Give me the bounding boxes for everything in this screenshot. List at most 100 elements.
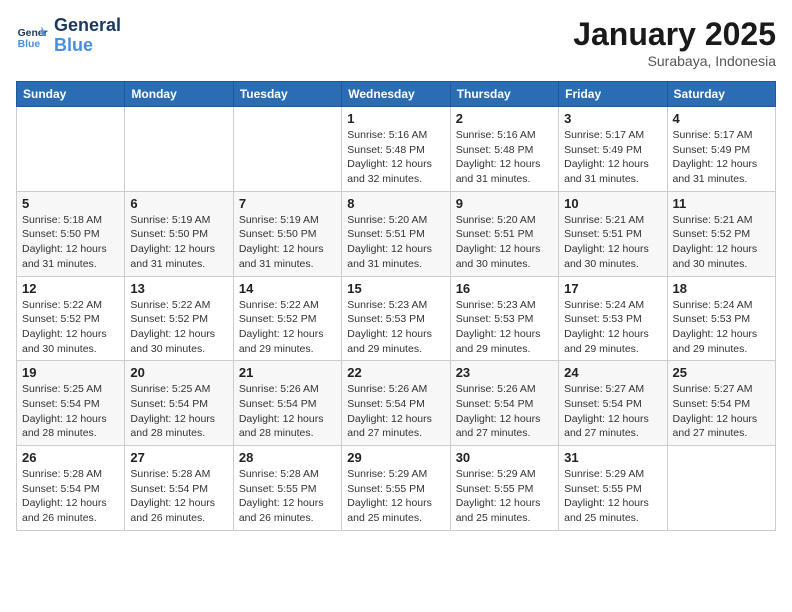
- day-number: 11: [673, 196, 770, 211]
- weekday-header-friday: Friday: [559, 82, 667, 107]
- calendar-cell: 1Sunrise: 5:16 AM Sunset: 5:48 PM Daylig…: [342, 107, 450, 192]
- calendar-cell: 23 Sunrise: 5:26 AM Sunset: 5:54 PM Dayli…: [450, 361, 558, 446]
- day-info: Sunrise: 5:17 AM Sunset: 5:49 PM Dayligh…: [673, 128, 770, 187]
- calendar-cell: 15 Sunrise: 5:23 AM Sunset: 5:53 PM Dayli…: [342, 276, 450, 361]
- day-number: 5: [22, 196, 119, 211]
- weekday-header-monday: Monday: [125, 82, 233, 107]
- calendar-cell: [667, 446, 775, 531]
- calendar-cell: [17, 107, 125, 192]
- calendar-cell: 2Sunrise: 5:16 AM Sunset: 5:48 PM Daylig…: [450, 107, 558, 192]
- day-number: 8: [347, 196, 444, 211]
- day-info: Sunrise: 5:22 AM Sunset: 5:52 PM Dayligh…: [239, 298, 336, 357]
- day-number: 12: [22, 281, 119, 296]
- day-number: 3: [564, 111, 661, 126]
- day-number: 27: [130, 450, 227, 465]
- logo-general: General: [54, 15, 121, 35]
- calendar-cell: 31Sunrise: 5:29 AM Sunset: 5:55 PM Dayli…: [559, 446, 667, 531]
- day-info: Sunrise: 5:20 AM Sunset: 5:51 PM Dayligh…: [347, 213, 444, 272]
- day-number: 7: [239, 196, 336, 211]
- day-info: Sunrise: 5:26 AM Sunset: 5:54 PM Dayligh…: [239, 382, 336, 441]
- subtitle: Surabaya, Indonesia: [573, 53, 776, 69]
- calendar-cell: 16 Sunrise: 5:23 AM Sunset: 5:53 PM Dayli…: [450, 276, 558, 361]
- weekday-header-saturday: Saturday: [667, 82, 775, 107]
- day-number: 26: [22, 450, 119, 465]
- day-number: 21: [239, 365, 336, 380]
- day-info: Sunrise: 5:23 AM Sunset: 5:53 PM Dayligh…: [456, 298, 553, 357]
- calendar-cell: 20Sunrise: 5:25 AM Sunset: 5:54 PM Dayli…: [125, 361, 233, 446]
- calendar-week-1: 1Sunrise: 5:16 AM Sunset: 5:48 PM Daylig…: [17, 107, 776, 192]
- calendar-cell: 24 Sunrise: 5:27 AM Sunset: 5:54 PM Dayli…: [559, 361, 667, 446]
- logo-icon: General Blue: [16, 20, 48, 52]
- day-info: Sunrise: 5:24 AM Sunset: 5:53 PM Dayligh…: [564, 298, 661, 357]
- calendar-cell: 9Sunrise: 5:20 AM Sunset: 5:51 PM Daylig…: [450, 191, 558, 276]
- day-info: Sunrise: 5:23 AM Sunset: 5:53 PM Dayligh…: [347, 298, 444, 357]
- day-info: Sunrise: 5:19 AM Sunset: 5:50 PM Dayligh…: [130, 213, 227, 272]
- day-info: Sunrise: 5:28 AM Sunset: 5:54 PM Dayligh…: [22, 467, 119, 526]
- logo: General Blue General Blue: [16, 16, 121, 56]
- day-number: 15: [347, 281, 444, 296]
- calendar-cell: 13 Sunrise: 5:22 AM Sunset: 5:52 PM Dayli…: [125, 276, 233, 361]
- day-info: Sunrise: 5:27 AM Sunset: 5:54 PM Dayligh…: [564, 382, 661, 441]
- day-number: 6: [130, 196, 227, 211]
- day-number: 18: [673, 281, 770, 296]
- calendar-week-5: 26 Sunrise: 5:28 AM Sunset: 5:54 PM Dayli…: [17, 446, 776, 531]
- weekday-header-tuesday: Tuesday: [233, 82, 341, 107]
- day-number: 2: [456, 111, 553, 126]
- day-number: 23: [456, 365, 553, 380]
- calendar-cell: 10 Sunrise: 5:21 AM Sunset: 5:51 PM Dayli…: [559, 191, 667, 276]
- day-number: 17: [564, 281, 661, 296]
- page-header: General Blue General Blue January 2025 S…: [16, 16, 776, 69]
- calendar-cell: 17 Sunrise: 5:24 AM Sunset: 5:53 PM Dayli…: [559, 276, 667, 361]
- day-number: 13: [130, 281, 227, 296]
- calendar-cell: [233, 107, 341, 192]
- calendar-week-4: 19 Sunrise: 5:25 AM Sunset: 5:54 PM Dayli…: [17, 361, 776, 446]
- calendar-cell: 30 Sunrise: 5:29 AM Sunset: 5:55 PM Dayli…: [450, 446, 558, 531]
- day-number: 22: [347, 365, 444, 380]
- svg-text:Blue: Blue: [18, 39, 41, 50]
- day-info: Sunrise: 5:26 AM Sunset: 5:54 PM Dayligh…: [456, 382, 553, 441]
- day-number: 28: [239, 450, 336, 465]
- calendar-week-2: 5Sunrise: 5:18 AM Sunset: 5:50 PM Daylig…: [17, 191, 776, 276]
- day-info: Sunrise: 5:19 AM Sunset: 5:50 PM Dayligh…: [239, 213, 336, 272]
- day-info: Sunrise: 5:25 AM Sunset: 5:54 PM Dayligh…: [130, 382, 227, 441]
- day-info: Sunrise: 5:29 AM Sunset: 5:55 PM Dayligh…: [564, 467, 661, 526]
- calendar-cell: 26 Sunrise: 5:28 AM Sunset: 5:54 PM Dayli…: [17, 446, 125, 531]
- day-number: 24: [564, 365, 661, 380]
- month-title: January 2025: [573, 16, 776, 53]
- day-info: Sunrise: 5:22 AM Sunset: 5:52 PM Dayligh…: [130, 298, 227, 357]
- day-info: Sunrise: 5:26 AM Sunset: 5:54 PM Dayligh…: [347, 382, 444, 441]
- calendar-cell: 6 Sunrise: 5:19 AM Sunset: 5:50 PM Daylig…: [125, 191, 233, 276]
- day-info: Sunrise: 5:29 AM Sunset: 5:55 PM Dayligh…: [456, 467, 553, 526]
- calendar-cell: 11 Sunrise: 5:21 AM Sunset: 5:52 PM Dayli…: [667, 191, 775, 276]
- logo-blue: Blue: [54, 35, 93, 55]
- calendar-cell: 25Sunrise: 5:27 AM Sunset: 5:54 PM Dayli…: [667, 361, 775, 446]
- calendar-cell: 12 Sunrise: 5:22 AM Sunset: 5:52 PM Dayli…: [17, 276, 125, 361]
- calendar-week-3: 12 Sunrise: 5:22 AM Sunset: 5:52 PM Dayli…: [17, 276, 776, 361]
- calendar-cell: 3 Sunrise: 5:17 AM Sunset: 5:49 PM Daylig…: [559, 107, 667, 192]
- calendar-cell: 21 Sunrise: 5:26 AM Sunset: 5:54 PM Dayli…: [233, 361, 341, 446]
- calendar-cell: 5Sunrise: 5:18 AM Sunset: 5:50 PM Daylig…: [17, 191, 125, 276]
- calendar-cell: 19 Sunrise: 5:25 AM Sunset: 5:54 PM Dayli…: [17, 361, 125, 446]
- weekday-header-thursday: Thursday: [450, 82, 558, 107]
- day-number: 4: [673, 111, 770, 126]
- calendar-cell: 29Sunrise: 5:29 AM Sunset: 5:55 PM Dayli…: [342, 446, 450, 531]
- calendar-cell: 8 Sunrise: 5:20 AM Sunset: 5:51 PM Daylig…: [342, 191, 450, 276]
- day-info: Sunrise: 5:25 AM Sunset: 5:54 PM Dayligh…: [22, 382, 119, 441]
- day-number: 16: [456, 281, 553, 296]
- day-info: Sunrise: 5:21 AM Sunset: 5:51 PM Dayligh…: [564, 213, 661, 272]
- day-number: 19: [22, 365, 119, 380]
- day-info: Sunrise: 5:21 AM Sunset: 5:52 PM Dayligh…: [673, 213, 770, 272]
- day-info: Sunrise: 5:17 AM Sunset: 5:49 PM Dayligh…: [564, 128, 661, 187]
- calendar-cell: 4 Sunrise: 5:17 AM Sunset: 5:49 PM Daylig…: [667, 107, 775, 192]
- day-number: 30: [456, 450, 553, 465]
- calendar-table: SundayMondayTuesdayWednesdayThursdayFrid…: [16, 81, 776, 531]
- day-number: 1: [347, 111, 444, 126]
- day-info: Sunrise: 5:28 AM Sunset: 5:55 PM Dayligh…: [239, 467, 336, 526]
- day-number: 10: [564, 196, 661, 211]
- calendar-cell: 14Sunrise: 5:22 AM Sunset: 5:52 PM Dayli…: [233, 276, 341, 361]
- day-info: Sunrise: 5:22 AM Sunset: 5:52 PM Dayligh…: [22, 298, 119, 357]
- calendar-cell: 22 Sunrise: 5:26 AM Sunset: 5:54 PM Dayli…: [342, 361, 450, 446]
- calendar-header: SundayMondayTuesdayWednesdayThursdayFrid…: [17, 82, 776, 107]
- weekday-header-sunday: Sunday: [17, 82, 125, 107]
- calendar-cell: 18Sunrise: 5:24 AM Sunset: 5:53 PM Dayli…: [667, 276, 775, 361]
